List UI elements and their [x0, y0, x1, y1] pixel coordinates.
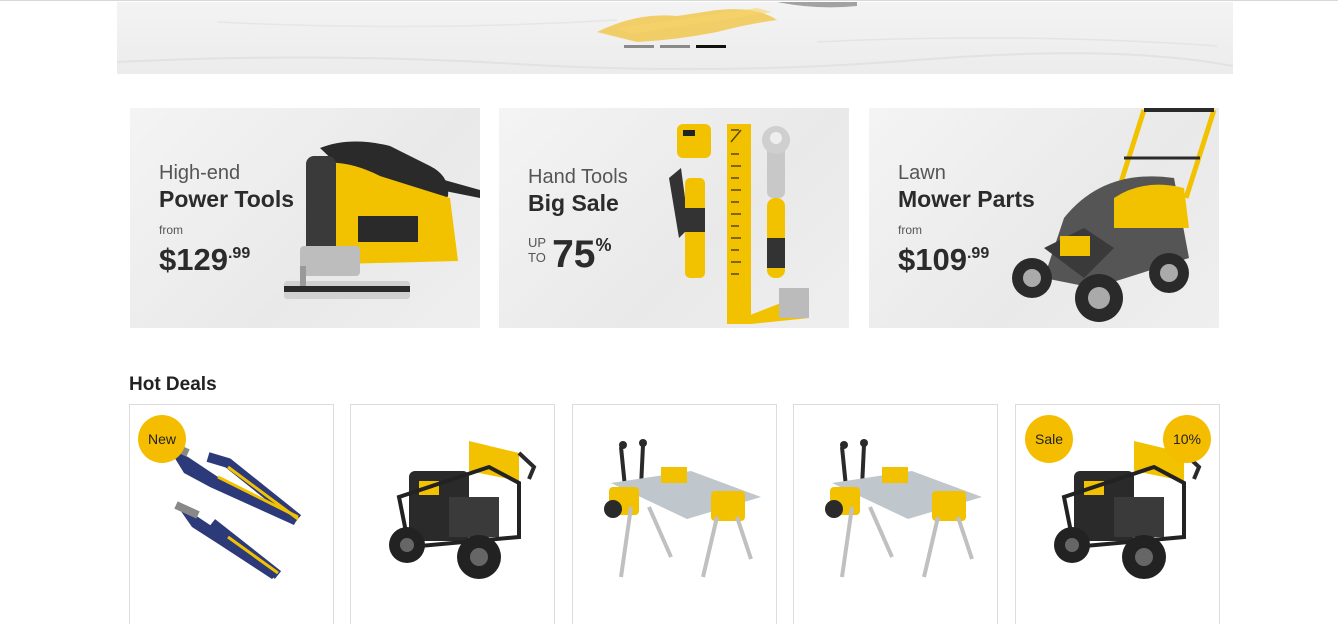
- promo-banner-power-tools[interactable]: High-end Power Tools from $129.99: [130, 108, 480, 328]
- up-to-label: UP TO: [528, 235, 546, 265]
- slider-dots: [624, 45, 726, 48]
- slider-dot-1[interactable]: [624, 45, 654, 48]
- promo-discount: UP TO 75%: [528, 225, 628, 275]
- promo-price: $129.99: [159, 237, 294, 277]
- promo-text: High-end Power Tools from $129.99: [159, 161, 294, 277]
- hand-tools-image: [669, 124, 809, 324]
- promo-banner-lawn-mower[interactable]: Lawn Mower Parts from $109.99: [869, 108, 1219, 328]
- hero-slider[interactable]: [117, 2, 1233, 74]
- badge-sale: Sale: [1025, 415, 1073, 463]
- badge-discount: 10%: [1163, 415, 1211, 463]
- percent-value: 75: [552, 233, 596, 276]
- hero-slide-image: [117, 2, 1233, 71]
- price-cents: .99: [966, 245, 990, 262]
- miter-saw-stand-image: [825, 439, 982, 578]
- pressure-washer-image: [389, 441, 537, 579]
- percent-sign: %: [595, 235, 612, 255]
- product-card[interactable]: [572, 404, 777, 624]
- promo-banner-hand-tools[interactable]: Hand Tools Big Sale UP TO 75%: [499, 108, 849, 328]
- section-title-hot-deals: Hot Deals: [129, 374, 217, 395]
- up-word: UP: [528, 235, 547, 250]
- price-cents: .99: [227, 245, 251, 262]
- slider-dot-2[interactable]: [660, 45, 690, 48]
- product-card[interactable]: [350, 404, 555, 624]
- promo-eyebrow: High-end: [159, 162, 241, 184]
- promo-headline: Power Tools: [159, 186, 295, 212]
- promo-text: Hand Tools Big Sale UP TO 75%: [528, 165, 628, 275]
- price-main: $109: [898, 242, 967, 277]
- discount-percent: 75%: [552, 225, 611, 275]
- price-main: $129: [159, 242, 228, 277]
- promo-eyebrow: Hand Tools: [528, 166, 628, 188]
- product-card[interactable]: New: [129, 404, 334, 624]
- promo-headline: Big Sale: [528, 190, 619, 216]
- slider-dot-3-active[interactable]: [696, 45, 726, 48]
- product-card[interactable]: Sale 10%: [1015, 404, 1220, 624]
- promo-from-label: from: [159, 223, 183, 237]
- badge-new: New: [138, 415, 186, 463]
- to-word: TO: [528, 250, 546, 265]
- jigsaw-image: [284, 141, 480, 299]
- miter-saw-stand-image: [604, 439, 761, 578]
- top-divider: [0, 0, 1338, 1]
- lawn-mower-image: [1012, 108, 1217, 322]
- product-card[interactable]: [793, 404, 998, 624]
